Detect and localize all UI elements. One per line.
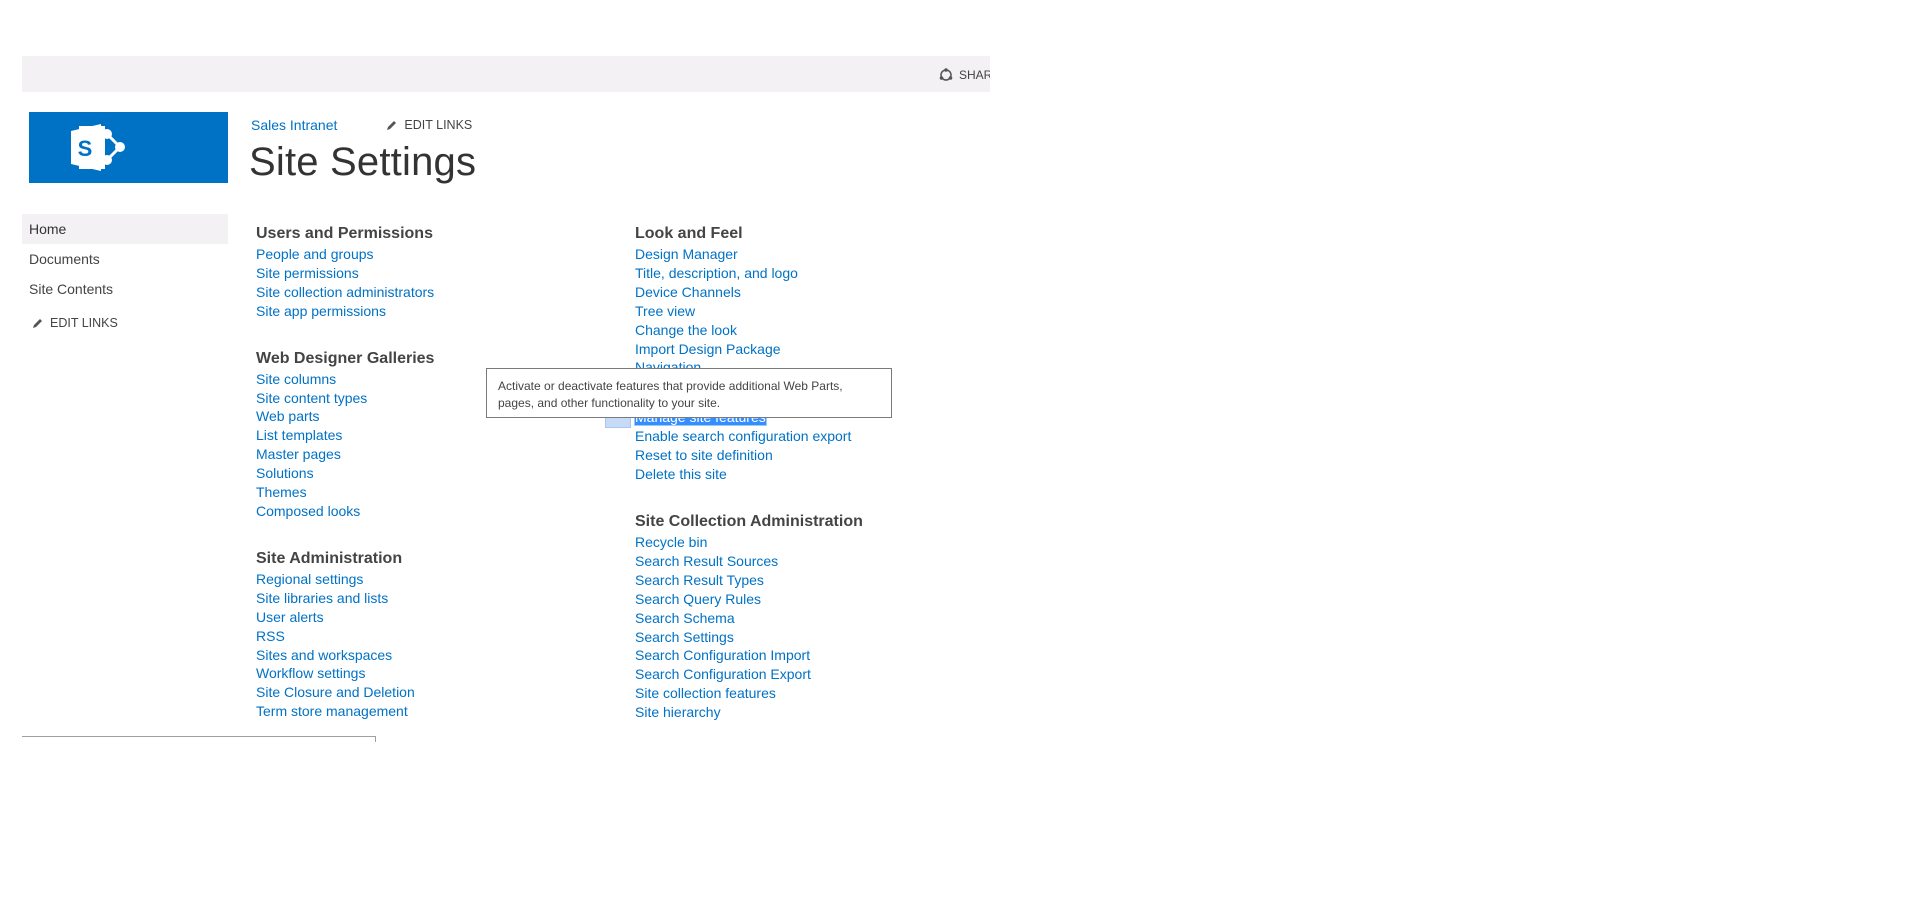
link-regional-settings[interactable]: Regional settings	[256, 570, 596, 589]
share-icon	[939, 68, 953, 81]
link-search-configuration-import[interactable]: Search Configuration Import	[635, 646, 995, 665]
link-delete-this-site[interactable]: Delete this site	[635, 465, 995, 484]
link-site-hierarchy[interactable]: Site hierarchy	[635, 703, 995, 722]
top-nav: Sales Intranet EDIT LINKS	[251, 117, 472, 133]
link-search-settings[interactable]: Search Settings	[635, 628, 995, 647]
link-user-alerts[interactable]: User alerts	[256, 608, 596, 627]
link-site-collection-administrators[interactable]: Site collection administrators	[256, 283, 596, 302]
link-solutions[interactable]: Solutions	[256, 464, 596, 483]
settings-column-left: Users and Permissions People and groups …	[256, 223, 596, 721]
share-button[interactable]: SHAR	[938, 67, 990, 83]
section-site-administration: Site Administration Regional settings Si…	[256, 548, 596, 721]
top-nav-site-link[interactable]: Sales Intranet	[251, 117, 337, 133]
quick-launch-edit-links[interactable]: EDIT LINKS	[22, 316, 228, 330]
quick-launch-home[interactable]: Home	[22, 214, 228, 244]
section-users-and-permissions: Users and Permissions People and groups …	[256, 223, 596, 321]
page-title: Site Settings	[249, 140, 477, 184]
link-workflow-settings[interactable]: Workflow settings	[256, 664, 596, 683]
link-site-permissions[interactable]: Site permissions	[256, 264, 596, 283]
link-search-result-types[interactable]: Search Result Types	[635, 571, 995, 590]
section-title: Web Designer Galleries	[256, 349, 435, 367]
quick-launch: Home Documents Site Contents EDIT LINKS	[22, 214, 228, 330]
link-search-query-rules[interactable]: Search Query Rules	[635, 590, 995, 609]
link-import-design-package[interactable]: Import Design Package	[635, 340, 995, 359]
edit-links-label: EDIT LINKS	[50, 316, 118, 330]
site-logo[interactable]: S	[29, 112, 228, 183]
link-enable-search-configuration-export[interactable]: Enable search configuration export	[635, 427, 995, 446]
tooltip: Activate or deactivate features that pro…	[486, 368, 892, 418]
settings-column-right: Look and Feel Design Manager Title, desc…	[634, 223, 995, 722]
link-search-configuration-export[interactable]: Search Configuration Export	[635, 665, 995, 684]
pencil-icon	[387, 120, 397, 130]
link-themes[interactable]: Themes	[256, 483, 596, 502]
section-title: Users and Permissions	[256, 225, 433, 242]
link-title-description-logo[interactable]: Title, description, and logo	[635, 264, 995, 283]
link-recycle-bin[interactable]: Recycle bin	[635, 533, 995, 552]
link-change-the-look[interactable]: Change the look	[635, 321, 995, 340]
pencil-icon	[33, 318, 42, 328]
link-term-store-management[interactable]: Term store management	[256, 702, 596, 721]
suite-ribbon: SHAR	[22, 56, 990, 92]
link-sites-and-workspaces[interactable]: Sites and workspaces	[256, 646, 596, 665]
svg-text:S: S	[78, 136, 93, 161]
section-look-and-feel: Look and Feel Design Manager Title, desc…	[635, 223, 995, 377]
link-device-channels[interactable]: Device Channels	[635, 283, 995, 302]
viewport-clip	[0, 738, 1914, 903]
link-site-collection-features[interactable]: Site collection features	[635, 684, 995, 703]
link-design-manager[interactable]: Design Manager	[635, 245, 995, 264]
link-composed-looks[interactable]: Composed looks	[256, 502, 596, 521]
section-title: Look and Feel	[635, 225, 743, 242]
link-site-app-permissions[interactable]: Site app permissions	[256, 302, 596, 321]
link-site-libraries-and-lists[interactable]: Site libraries and lists	[256, 589, 596, 608]
quick-launch-documents[interactable]: Documents	[22, 244, 228, 274]
sharepoint-logo-icon: S	[71, 124, 125, 171]
link-site-closure-and-deletion[interactable]: Site Closure and Deletion	[256, 683, 596, 702]
horizontal-scrollbar[interactable]	[22, 736, 376, 742]
section-title: Site Administration	[256, 549, 403, 567]
link-tree-view[interactable]: Tree view	[635, 302, 995, 321]
link-list-templates[interactable]: List templates	[256, 426, 596, 445]
link-reset-to-site-definition[interactable]: Reset to site definition	[635, 446, 995, 465]
link-search-schema[interactable]: Search Schema	[635, 609, 995, 628]
share-label: SHAR	[959, 68, 990, 82]
link-people-and-groups[interactable]: People and groups	[256, 245, 596, 264]
section-title: Site Collection Administration	[635, 512, 863, 530]
section-site-collection-administration: Site Collection Administration Recycle b…	[635, 511, 995, 722]
link-master-pages[interactable]: Master pages	[256, 445, 596, 464]
quick-launch-site-contents[interactable]: Site Contents	[22, 274, 228, 304]
edit-links-label: EDIT LINKS	[404, 118, 473, 132]
link-rss[interactable]: RSS	[256, 627, 596, 646]
top-edit-links[interactable]: EDIT LINKS	[385, 118, 472, 132]
link-search-result-sources[interactable]: Search Result Sources	[635, 552, 995, 571]
